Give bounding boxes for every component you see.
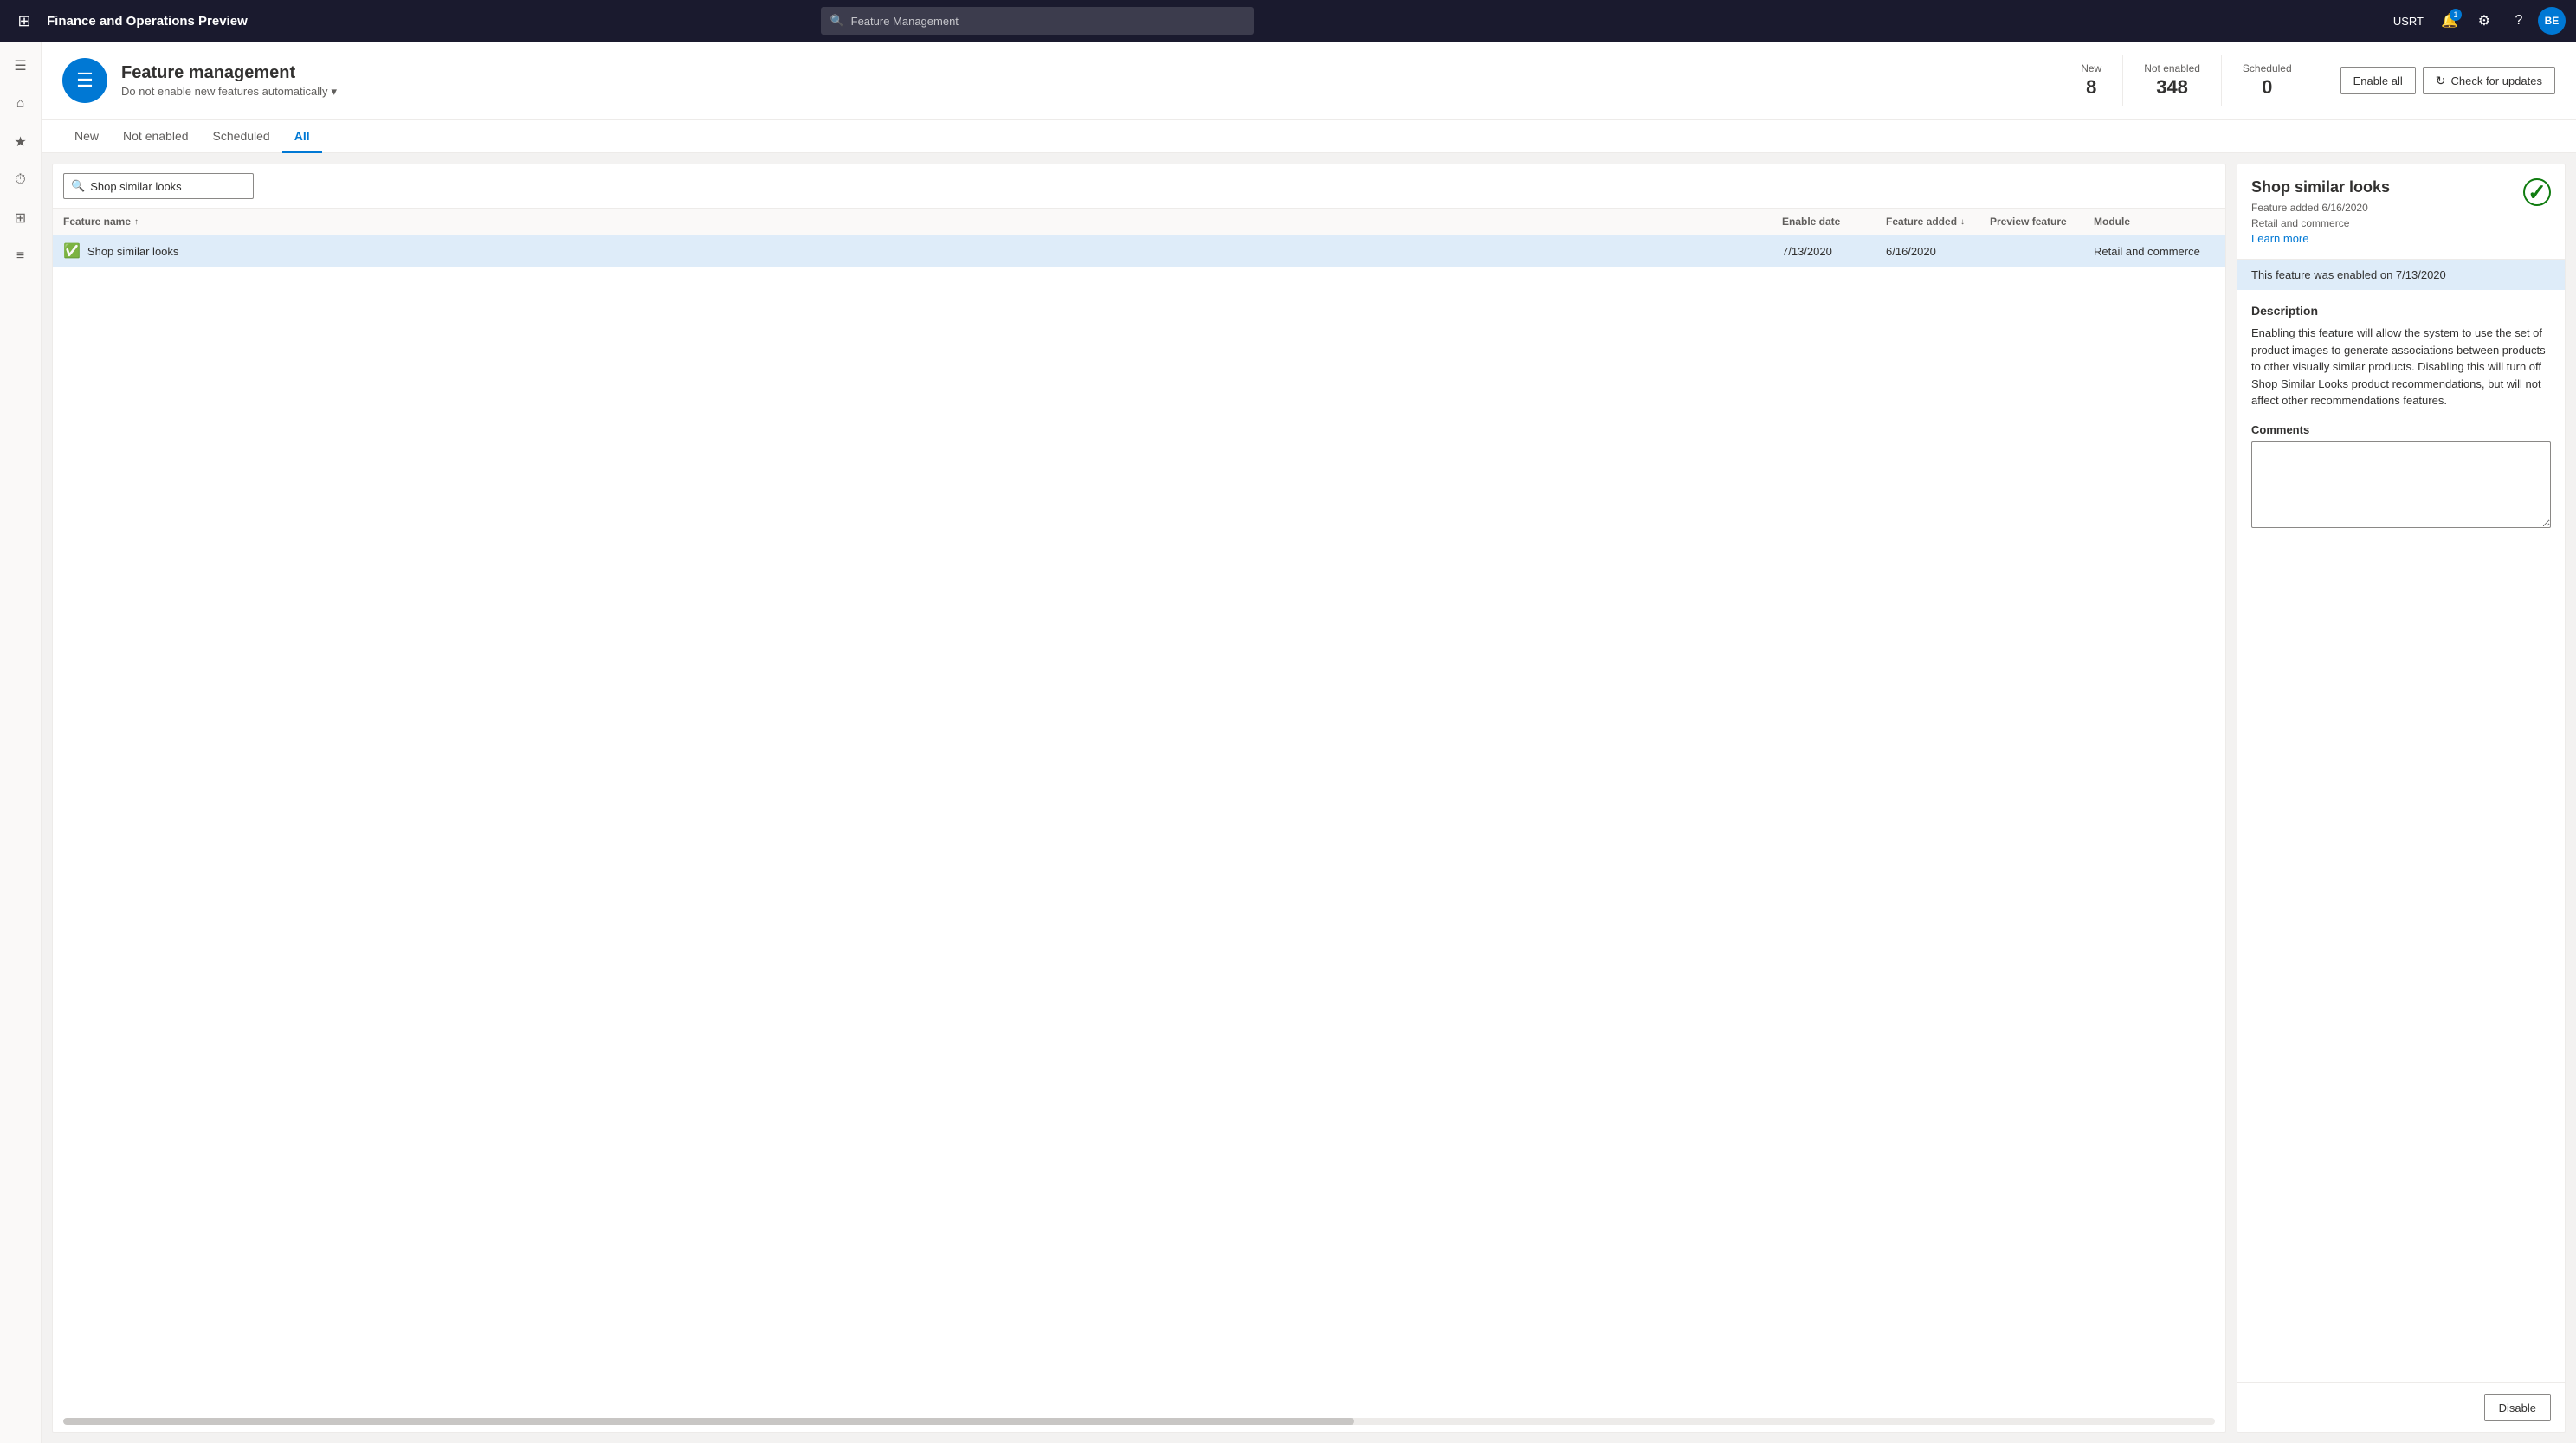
page-stats: New 8 Not enabled 348 Scheduled 0 <box>2060 55 2312 106</box>
enable-date-cell: 7/13/2020 <box>1782 245 1886 258</box>
detail-header: Shop similar looks Feature added 6/16/20… <box>2237 164 2565 260</box>
scrollbar-thumb[interactable] <box>63 1418 1354 1425</box>
detail-footer: Disable <box>2237 1382 2565 1432</box>
tab-all[interactable]: All <box>282 120 322 153</box>
top-navigation: ⊞ Finance and Operations Preview 🔍 USRT … <box>0 0 2576 42</box>
feature-search-input[interactable] <box>90 180 246 193</box>
stat-not-enabled-value: 348 <box>2144 76 2200 99</box>
search-input[interactable] <box>851 15 1246 28</box>
auto-enable-subtitle[interactable]: Do not enable new features automatically… <box>121 85 2046 99</box>
tabs-bar: New Not enabled Scheduled All <box>42 120 2576 153</box>
detail-enabled-banner: This feature was enabled on 7/13/2020 <box>2237 260 2565 290</box>
detail-body: Description Enabling this feature will a… <box>2237 290 2565 1382</box>
detail-enabled-icon: ✓ <box>2523 178 2551 206</box>
feature-search-bar: 🔍 <box>53 164 2225 209</box>
stat-new-label: New <box>2081 62 2101 74</box>
header-actions: Enable all ↻ Check for updates <box>2340 67 2555 94</box>
stat-new-value: 8 <box>2081 76 2101 99</box>
table-scroll: ✅ Shop similar looks 7/13/2020 6/16/2020… <box>53 235 2225 1411</box>
description-title: Description <box>2251 304 2551 318</box>
feature-management-icon: ☰ <box>62 58 107 103</box>
detail-meta-module: Retail and commerce <box>2251 216 2390 231</box>
notifications-button[interactable]: 🔔 1 <box>2434 5 2465 36</box>
tab-not-enabled[interactable]: Not enabled <box>111 120 201 153</box>
sidebar-item-favorites[interactable]: ★ <box>3 125 38 159</box>
list-icon: ☰ <box>76 69 94 92</box>
enabled-check-icon: ✅ <box>63 242 81 260</box>
sort-asc-icon: ↑ <box>134 217 139 227</box>
waffle-menu-button[interactable]: ⊞ <box>10 7 38 35</box>
sort-desc-icon: ↓ <box>1960 217 1965 227</box>
table-header: Feature name ↑ Enable date Feature added… <box>53 209 2225 235</box>
refresh-icon: ↻ <box>2436 74 2446 88</box>
detail-header-text: Shop similar looks Feature added 6/16/20… <box>2251 178 2390 245</box>
description-text: Enabling this feature will allow the sys… <box>2251 325 2551 409</box>
search-icon: 🔍 <box>830 14 843 28</box>
stat-new: New 8 <box>2060 55 2123 106</box>
stat-not-enabled: Not enabled 348 <box>2123 55 2222 106</box>
search-icon: 🔍 <box>71 179 85 193</box>
top-nav-right: USRT 🔔 1 ⚙ ? BE <box>2393 5 2566 36</box>
sidebar-item-modules[interactable]: ≡ <box>3 239 38 274</box>
chevron-down-icon: ▾ <box>331 85 337 99</box>
learn-more-link[interactable]: Learn more <box>2251 232 2308 245</box>
module-cell: Retail and commerce <box>2094 245 2215 258</box>
comments-label: Comments <box>2251 423 2551 436</box>
page-header-text: Feature management Do not enable new fea… <box>121 63 2046 99</box>
page-title: Feature management <box>121 63 2046 83</box>
global-search[interactable]: 🔍 <box>821 7 1254 35</box>
username-label: USRT <box>2393 15 2424 28</box>
app-layout: ☰ ⌂ ★ ⏱ ⊞ ≡ ☰ Feature management Do not … <box>0 42 2576 1443</box>
main-content: ☰ Feature management Do not enable new f… <box>42 42 2576 1443</box>
tab-scheduled[interactable]: Scheduled <box>201 120 282 153</box>
notification-badge: 1 <box>2450 9 2462 21</box>
feature-name-cell: ✅ Shop similar looks <box>63 242 1782 260</box>
stat-scheduled-value: 0 <box>2243 76 2292 99</box>
page-header: ☰ Feature management Do not enable new f… <box>42 42 2576 120</box>
user-avatar[interactable]: BE <box>2538 7 2566 35</box>
settings-button[interactable]: ⚙ <box>2469 5 2500 36</box>
sidebar-item-workspaces[interactable]: ⊞ <box>3 201 38 235</box>
stat-scheduled-label: Scheduled <box>2243 62 2292 74</box>
check-for-updates-button[interactable]: ↻ Check for updates <box>2423 67 2555 94</box>
feature-added-cell: 6/16/2020 <box>1886 245 1990 258</box>
sidebar-item-home[interactable]: ⌂ <box>3 87 38 121</box>
stat-scheduled: Scheduled 0 <box>2222 55 2313 106</box>
app-title: Finance and Operations Preview <box>47 14 248 29</box>
col-enable-date[interactable]: Enable date <box>1782 216 1886 228</box>
detail-panel: Shop similar looks Feature added 6/16/20… <box>2237 164 2566 1433</box>
content-area: 🔍 Feature name ↑ Enable date Feature add… <box>42 153 2576 1443</box>
disable-button[interactable]: Disable <box>2484 1394 2551 1421</box>
detail-meta-added: Feature added 6/16/2020 <box>2251 200 2390 216</box>
horizontal-scrollbar[interactable] <box>63 1418 2215 1425</box>
col-feature-added[interactable]: Feature added ↓ <box>1886 216 1990 228</box>
sidebar: ☰ ⌂ ★ ⏱ ⊞ ≡ <box>0 42 42 1443</box>
tab-new[interactable]: New <box>62 120 111 153</box>
comments-input[interactable] <box>2251 441 2551 528</box>
col-preview-feature[interactable]: Preview feature <box>1990 216 2094 228</box>
enable-all-button[interactable]: Enable all <box>2340 67 2416 94</box>
feature-search-wrap[interactable]: 🔍 <box>63 173 254 199</box>
sidebar-item-menu[interactable]: ☰ <box>3 48 38 83</box>
col-module[interactable]: Module <box>2094 216 2215 228</box>
help-button[interactable]: ? <box>2503 5 2534 36</box>
table-row[interactable]: ✅ Shop similar looks 7/13/2020 6/16/2020… <box>53 235 2225 267</box>
detail-title: Shop similar looks <box>2251 178 2390 196</box>
stat-not-enabled-label: Not enabled <box>2144 62 2200 74</box>
sidebar-item-recent[interactable]: ⏱ <box>3 163 38 197</box>
col-feature-name[interactable]: Feature name ↑ <box>63 216 1782 228</box>
feature-table-panel: 🔍 Feature name ↑ Enable date Feature add… <box>52 164 2226 1433</box>
